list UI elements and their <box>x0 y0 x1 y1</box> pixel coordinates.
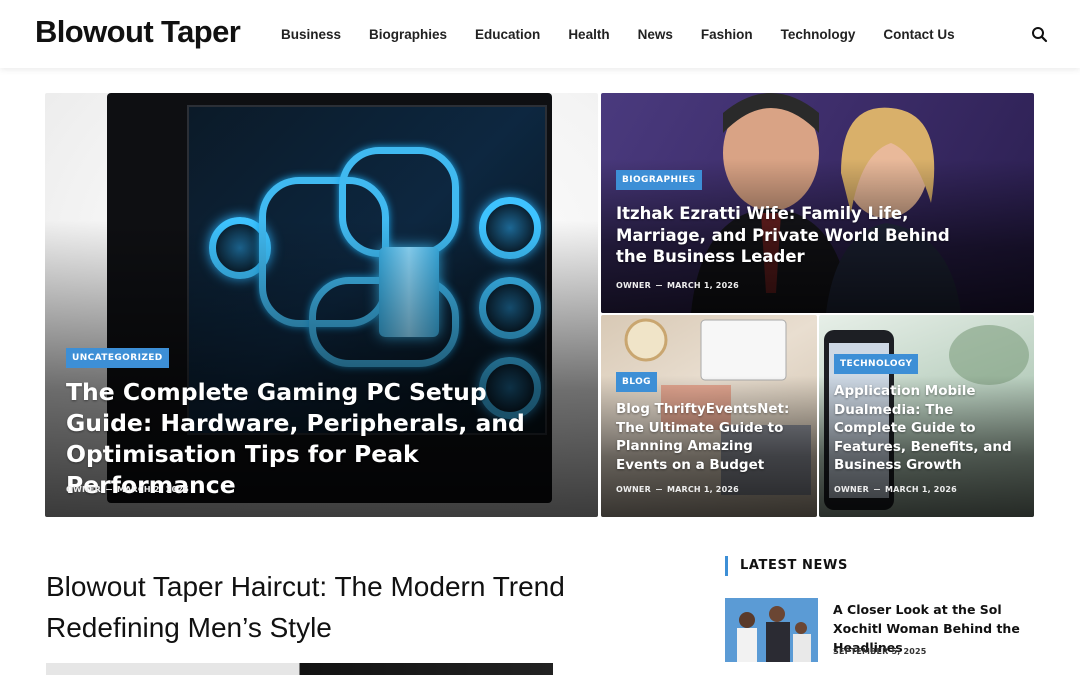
featured-card-blog[interactable]: BLOG Blog ThriftyEventsNet: The Ultimate… <box>601 315 817 517</box>
post-date: MARCH 2, 2026 <box>116 485 189 494</box>
post-author[interactable]: OWNER <box>616 281 651 290</box>
nav-item-biographies[interactable]: Biographies <box>355 27 461 42</box>
featured-main-title[interactable]: The Complete Gaming PC Setup Guide: Hard… <box>66 377 576 501</box>
category-badge[interactable]: TECHNOLOGY <box>834 354 919 374</box>
post-author[interactable]: OWNER <box>66 485 101 494</box>
post-date: MARCH 1, 2026 <box>666 485 739 494</box>
featured-card-top[interactable]: BIOGRAPHIES Itzhak Ezratti Wife: Family … <box>601 93 1034 313</box>
post-meta: OWNER MARCH 1, 2026 <box>616 485 739 494</box>
post-meta: OWNER MARCH 2, 2026 <box>66 485 189 494</box>
post-meta: OWNER MARCH 1, 2026 <box>616 281 739 290</box>
category-badge[interactable]: UNCATEGORIZED <box>66 348 169 368</box>
category-badge[interactable]: BIOGRAPHIES <box>616 170 702 190</box>
post-date: MARCH 1, 2026 <box>884 485 957 494</box>
post-date: MARCH 1, 2026 <box>666 281 739 290</box>
nav-item-news[interactable]: News <box>624 27 687 42</box>
site-logo[interactable]: Blowout Taper <box>35 14 241 50</box>
featured-card-technology[interactable]: TECHNOLOGY Application Mobile Dualmedia:… <box>819 315 1034 517</box>
featured-top-title[interactable]: Itzhak Ezratti Wife: Family Life, Marria… <box>616 203 986 268</box>
latest-news-heading: LATEST NEWS <box>725 556 848 576</box>
featured-tech-title[interactable]: Application Mobile Dualmedia: The Comple… <box>834 382 1019 475</box>
search-icon[interactable] <box>1031 26 1048 43</box>
category-badge[interactable]: BLOG <box>616 372 657 392</box>
post-author[interactable]: OWNER <box>616 485 651 494</box>
post-author[interactable]: OWNER <box>834 485 869 494</box>
nav-item-technology[interactable]: Technology <box>767 27 870 42</box>
nav-item-fashion[interactable]: Fashion <box>687 27 767 42</box>
nav-item-business[interactable]: Business <box>267 27 355 42</box>
nav-item-health[interactable]: Health <box>554 27 623 42</box>
nav-item-education[interactable]: Education <box>461 27 554 42</box>
news-item-date: SEPTEMBER 5, 2025 <box>833 647 927 656</box>
main-nav: Business Biographies Education Health Ne… <box>267 0 969 68</box>
news-thumbnail[interactable] <box>725 598 818 662</box>
article-hero-image[interactable] <box>46 663 553 675</box>
featured-card-main[interactable]: UNCATEGORIZED The Complete Gaming PC Set… <box>45 93 598 517</box>
nav-item-contact-us[interactable]: Contact Us <box>869 27 968 42</box>
site-header: Blowout Taper Business Biographies Educa… <box>0 0 1080 68</box>
featured-blog-title[interactable]: Blog ThriftyEventsNet: The Ultimate Guid… <box>616 400 806 474</box>
article-title[interactable]: Blowout Taper Haircut: The Modern Trend … <box>46 566 626 648</box>
post-meta: OWNER MARCH 1, 2026 <box>834 485 957 494</box>
